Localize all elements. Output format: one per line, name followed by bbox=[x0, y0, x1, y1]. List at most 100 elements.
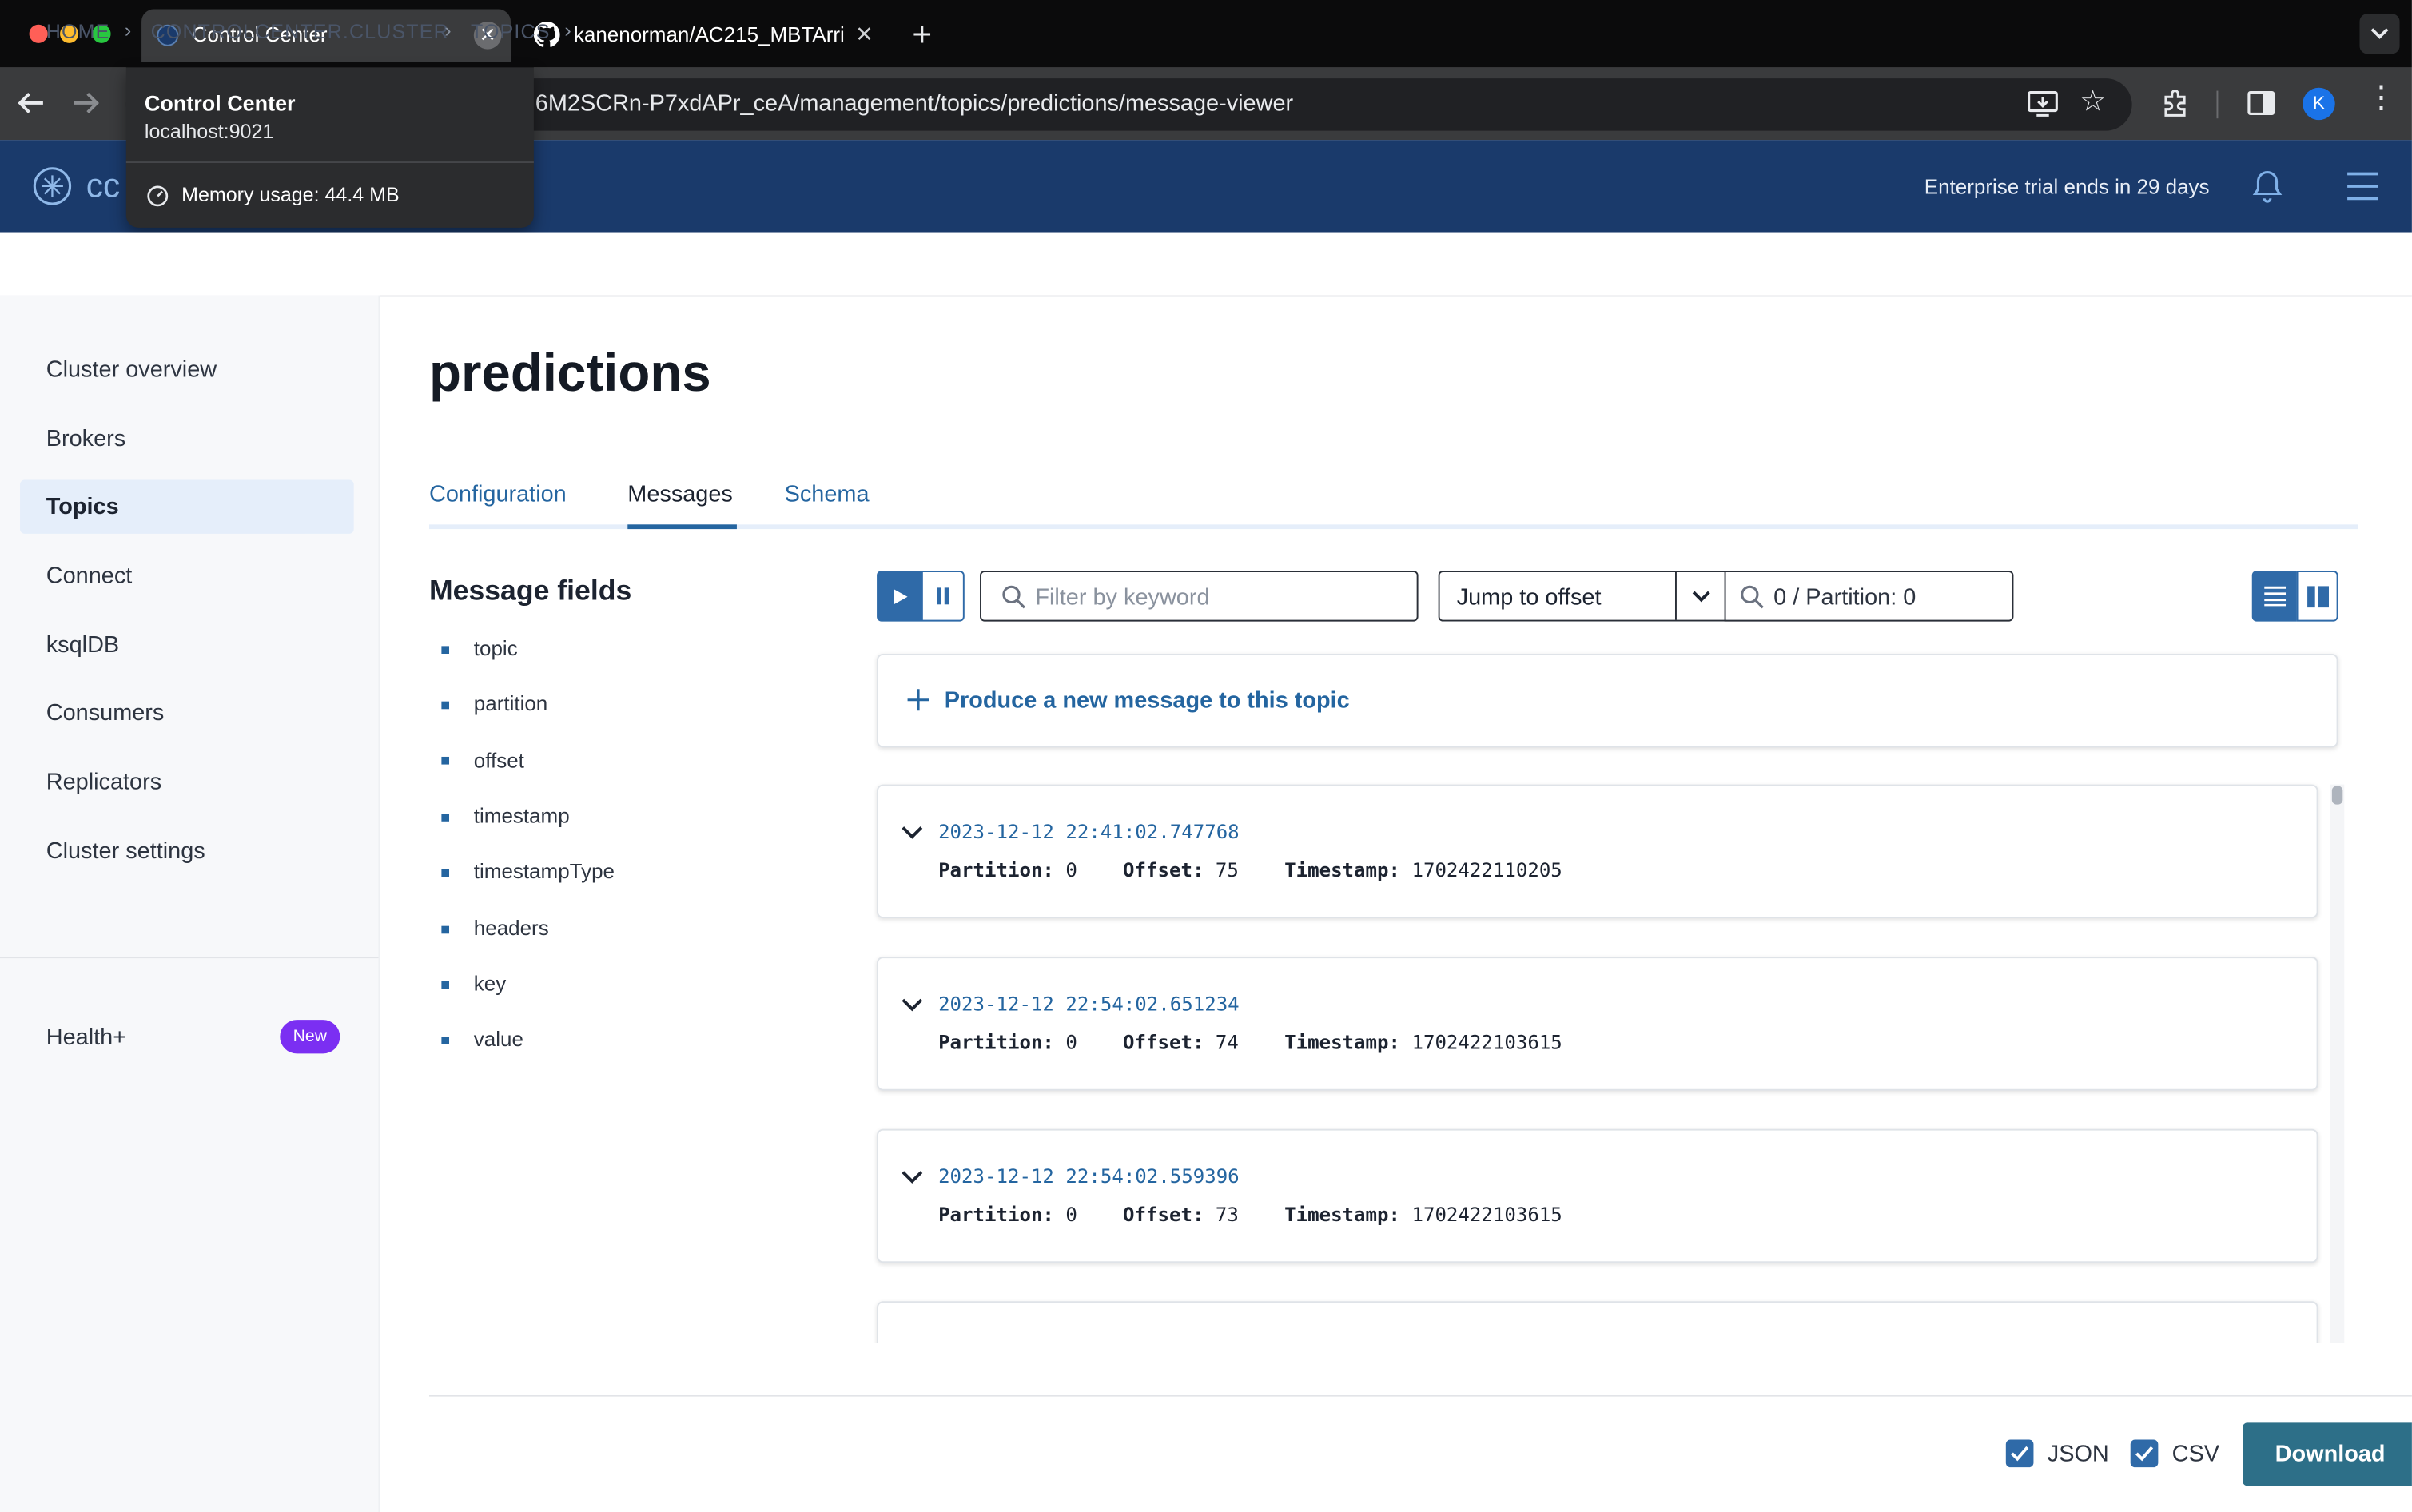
memory-gauge-icon bbox=[147, 185, 169, 207]
tab-hover-card: Control Center localhost:9021 Memory usa… bbox=[125, 67, 534, 228]
tab-search-button[interactable] bbox=[2359, 14, 2400, 54]
sidebar-divider bbox=[0, 957, 379, 959]
message-card[interactable]: 2023-12-12 22:54:02.651234 Partition: 0 … bbox=[877, 957, 2318, 1091]
split-view-icon bbox=[2307, 586, 2329, 608]
sidebar-item-cluster-settings[interactable]: Cluster settings bbox=[46, 838, 205, 865]
toolbar-divider bbox=[2216, 90, 2219, 119]
timestamp-value: 1702422103615 bbox=[1411, 1030, 1562, 1054]
breadcrumb-cluster[interactable]: CONTROLCENTER.CLUSTER bbox=[151, 20, 449, 43]
timestamp-label: Timestamp: bbox=[1284, 857, 1400, 881]
tab-close-icon[interactable]: ✕ bbox=[855, 22, 874, 48]
offset-value: 75 bbox=[1215, 857, 1239, 881]
expand-chevron-icon[interactable] bbox=[902, 998, 923, 1012]
search-icon bbox=[1002, 585, 1025, 609]
chevron-down-icon bbox=[1692, 591, 1710, 603]
download-button[interactable]: Download bbox=[2243, 1422, 2412, 1486]
new-tab-icon[interactable]: + bbox=[912, 15, 932, 55]
field-value: value bbox=[473, 1027, 523, 1051]
timestamp-value: 1702422103615 bbox=[1411, 1203, 1562, 1226]
partition-value: 0 bbox=[1065, 1203, 1077, 1226]
browser-tab-title: kanenorman/AC215_MBTArriv bbox=[573, 22, 845, 46]
chevron-down-icon bbox=[2370, 28, 2389, 39]
tab-messages[interactable]: Messages bbox=[627, 481, 733, 507]
sidebar-item-health[interactable]: Health+ bbox=[46, 1025, 126, 1051]
breadcrumb-topics[interactable]: TOPICS bbox=[471, 20, 551, 43]
sidebar-item-replicators[interactable]: Replicators bbox=[46, 769, 161, 795]
checkmark-icon bbox=[2135, 1446, 2154, 1462]
logo-text: cc bbox=[86, 165, 121, 205]
timestamp-label: Timestamp: bbox=[1284, 1030, 1400, 1054]
sidebar bbox=[0, 295, 380, 1512]
csv-checkbox[interactable] bbox=[2130, 1439, 2159, 1468]
offset-label: Offset: bbox=[1123, 1030, 1204, 1054]
message-list[interactable]: 2023-12-12 22:41:02.747768 Partition: 0 … bbox=[870, 777, 2329, 1343]
timestamp-value: 1702422110205 bbox=[1411, 857, 1562, 881]
sidebar-item-topics[interactable]: Topics bbox=[46, 494, 119, 520]
sidebar-item-ksqldb[interactable]: ksqlDB bbox=[46, 632, 119, 659]
bookmark-star-icon[interactable]: ☆ bbox=[2080, 85, 2106, 120]
sidebar-item-cluster-overview[interactable]: Cluster overview bbox=[46, 357, 217, 384]
browser-menu-icon[interactable]: ⋮ bbox=[2366, 83, 2396, 113]
pause-icon bbox=[937, 587, 949, 605]
breadcrumb bbox=[0, 232, 2412, 297]
bullet-icon bbox=[441, 756, 450, 765]
bullet-icon bbox=[441, 1037, 450, 1044]
bullet-icon bbox=[441, 814, 450, 822]
sidebar-item-consumers[interactable]: Consumers bbox=[46, 700, 165, 726]
json-checkbox[interactable] bbox=[2005, 1439, 2034, 1468]
install-app-icon[interactable] bbox=[2028, 90, 2058, 119]
list-view-icon bbox=[2264, 586, 2287, 607]
scrollbar-thumb[interactable] bbox=[2331, 786, 2343, 805]
hamburger-menu-icon[interactable] bbox=[2346, 169, 2379, 203]
list-view-button[interactable] bbox=[2251, 571, 2297, 622]
address-url: 6M2SCRn-P7xdAPr_ceA/management/topics/pr… bbox=[535, 90, 1294, 117]
message-timestamp: 2023-12-12 22:54:02.559396 bbox=[938, 1164, 1240, 1188]
json-label: JSON bbox=[2047, 1441, 2109, 1468]
tooltip-host: localhost:9021 bbox=[144, 120, 274, 143]
browser-tab-github[interactable]: kanenorman/AC215_MBTArriv ✕ bbox=[523, 10, 889, 62]
confluent-logo-icon[interactable] bbox=[32, 166, 72, 206]
bullet-icon bbox=[441, 701, 450, 710]
pause-button[interactable] bbox=[921, 571, 965, 622]
bullet-icon bbox=[441, 869, 450, 877]
partition-value: 0 bbox=[1065, 857, 1077, 881]
close-window-button[interactable] bbox=[29, 24, 48, 43]
active-tab-indicator bbox=[627, 524, 737, 530]
profile-avatar[interactable]: K bbox=[2303, 87, 2335, 121]
filter-keyword-input[interactable]: Filter by keyword bbox=[980, 571, 1419, 622]
sidebar-item-connect[interactable]: Connect bbox=[46, 563, 133, 589]
field-offset: offset bbox=[473, 749, 524, 773]
side-panel-icon[interactable] bbox=[2247, 90, 2275, 116]
trial-notice: Enterprise trial ends in 29 days bbox=[1924, 175, 2210, 199]
extensions-puzzle-icon[interactable] bbox=[2159, 88, 2190, 118]
split-view-button[interactable] bbox=[2296, 571, 2338, 622]
play-button[interactable] bbox=[877, 571, 921, 622]
forward-arrow-icon[interactable] bbox=[72, 91, 100, 116]
notification-bell-icon[interactable] bbox=[2252, 169, 2283, 203]
message-timestamp: 2023-12-12 22:41:02.747768 bbox=[938, 819, 1240, 843]
footer-divider bbox=[428, 1395, 2412, 1397]
jump-to-offset-select[interactable]: Jump to offset bbox=[1438, 571, 1726, 622]
message-list-scrollbar[interactable] bbox=[2330, 784, 2345, 1343]
back-arrow-icon[interactable] bbox=[17, 91, 45, 116]
tooltip-memory: Memory usage: 44.4 MB bbox=[181, 183, 400, 206]
field-topic: topic bbox=[473, 636, 518, 660]
offset-input[interactable]: 0 / Partition: 0 bbox=[1724, 571, 2014, 622]
checkmark-icon bbox=[2011, 1446, 2029, 1462]
tab-configuration[interactable]: Configuration bbox=[429, 481, 567, 507]
field-key: key bbox=[473, 972, 507, 996]
expand-chevron-icon[interactable] bbox=[902, 826, 923, 840]
breadcrumb-home[interactable]: HOME bbox=[46, 20, 110, 43]
expand-chevron-icon[interactable] bbox=[902, 1171, 923, 1184]
tab-schema[interactable]: Schema bbox=[785, 481, 870, 507]
partition-value: 0 bbox=[1065, 1030, 1077, 1054]
field-timestamptype: timestampType bbox=[473, 859, 615, 883]
message-card[interactable]: 2023-12-12 22:41:02.747768 Partition: 0 … bbox=[877, 784, 2318, 919]
breadcrumb-separator-icon: › bbox=[444, 18, 452, 42]
sidebar-item-brokers[interactable]: Brokers bbox=[46, 426, 125, 452]
breadcrumb-separator-icon: › bbox=[564, 18, 571, 42]
produce-message-button[interactable]: Produce a new message to this topic bbox=[945, 687, 1350, 714]
message-card[interactable] bbox=[877, 1301, 2318, 1343]
play-icon bbox=[894, 589, 908, 605]
message-card[interactable]: 2023-12-12 22:54:02.559396 Partition: 0 … bbox=[877, 1128, 2318, 1263]
